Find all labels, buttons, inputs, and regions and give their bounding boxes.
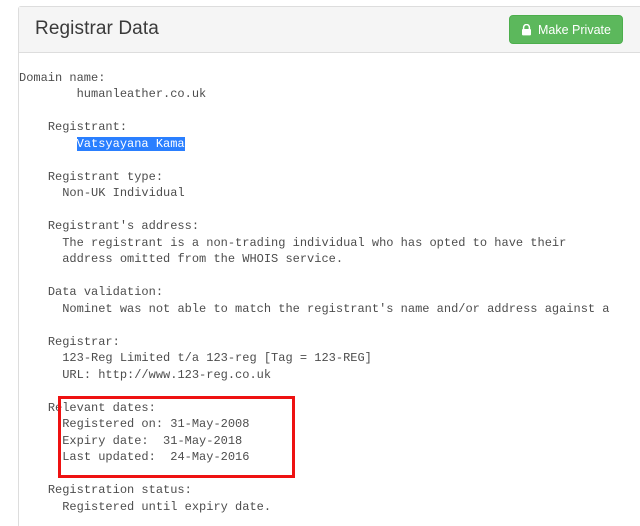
make-private-button[interactable]: Make Private (509, 15, 623, 44)
page-root: Registrar Data Make Private Domain name:… (0, 0, 640, 526)
relevant-dates-last-updated: Last updated: 24-May-2016 (62, 450, 250, 464)
registrant-label: Registrant: (47, 120, 128, 134)
whois-text: Domain name: humanleather.co.uk Registra… (19, 53, 640, 515)
registrant-type-value: Non-UK Individual (62, 186, 185, 200)
domain-name-label: Domain name: (19, 70, 106, 85)
panel-header: Registrar Data Make Private (19, 7, 640, 53)
registrar-label: Registrar: (47, 334, 120, 349)
lock-icon (521, 23, 532, 36)
whois-body: Domain name: humanleather.co.uk Registra… (19, 53, 640, 526)
registrar-line-1: 123-Reg Limited t/a 123-reg [Tag = 123-R… (62, 351, 372, 365)
registrar-line-2: URL: http://www.123-reg.co.uk (62, 367, 272, 382)
relevant-dates-registered-on: Registered on: 31-May-2008 (62, 417, 250, 431)
domain-name-value: humanleather.co.uk (76, 87, 207, 101)
relevant-dates-expiry-date: Expiry date: 31-May-2018 (62, 433, 243, 448)
data-validation-line-1: Nominet was not able to match the regist… (62, 301, 610, 316)
relevant-dates-label: Relevant dates: (47, 400, 156, 415)
make-private-button-label: Make Private (538, 22, 611, 37)
registrant-address-line-1: The registrant is a non-trading individu… (62, 235, 567, 250)
registrant-value: Vatsyayana Kama (19, 136, 640, 153)
registrar-data-panel: Registrar Data Make Private Domain name:… (18, 6, 640, 526)
data-validation-label: Data validation: (47, 285, 164, 299)
registration-status-value: Registered until expiry date. (62, 499, 272, 514)
registrant-address-line-2: address omitted from the WHOIS service. (62, 252, 344, 266)
registration-status-label: Registration status: (47, 483, 192, 497)
page-title: Registrar Data (35, 18, 159, 39)
registrant-type-label: Registrant type: (47, 169, 164, 184)
registrant-address-label: Registrant's address: (47, 219, 200, 233)
registrant-selection[interactable]: Vatsyayana Kama (76, 136, 185, 151)
